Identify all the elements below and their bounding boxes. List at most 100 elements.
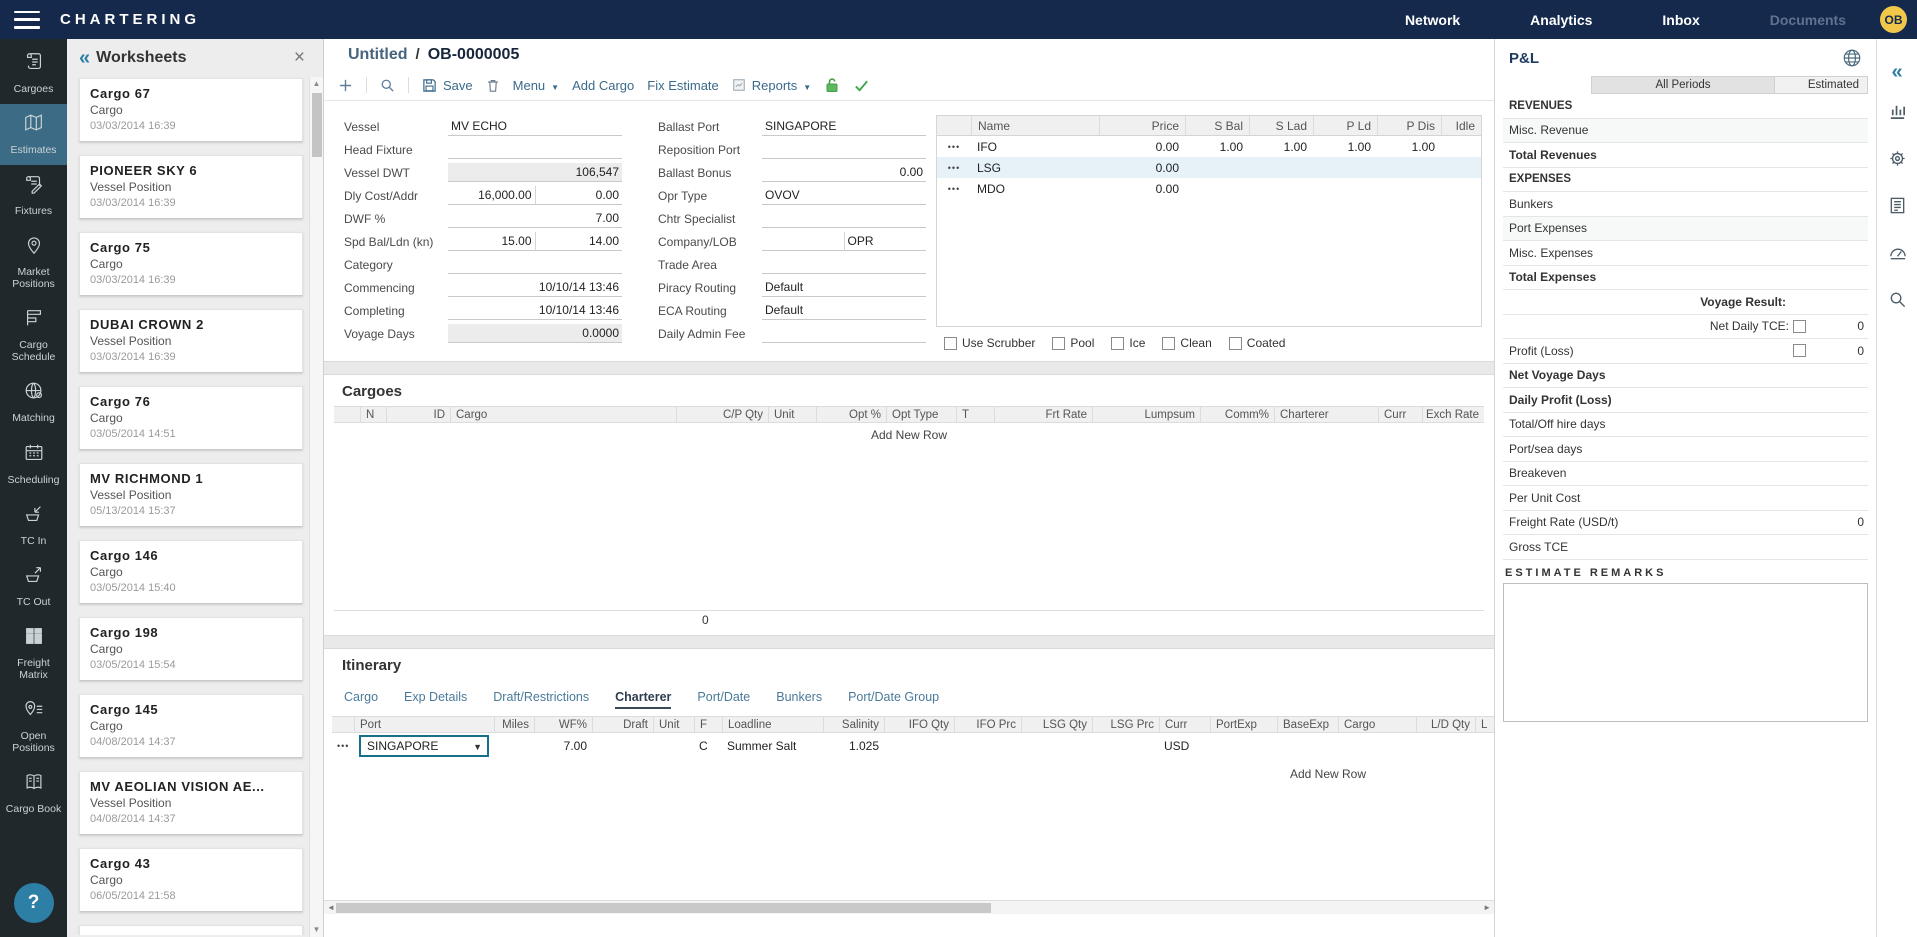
dwf-field[interactable]: 7.00 (448, 209, 622, 228)
pool-checkbox[interactable]: Pool (1052, 336, 1094, 350)
checkbox[interactable] (1052, 337, 1065, 350)
worksheet-card[interactable]: Cargo 76 Cargo 03/05/2014 14:51 (79, 386, 303, 450)
scroll-down-icon[interactable] (313, 923, 321, 937)
tab-port-date-group[interactable]: Port/Date Group (848, 690, 939, 709)
coated-checkbox[interactable]: Coated (1229, 336, 1286, 350)
lob-field[interactable]: OPR (845, 232, 927, 251)
worksheet-card[interactable]: Cargo 75 Cargo 03/03/2014 16:39 (79, 232, 303, 296)
daily-cost-field[interactable]: 16,000.00 (448, 186, 536, 205)
save-button[interactable]: Save (422, 78, 473, 93)
tab-bunkers[interactable]: Bunkers (776, 690, 822, 709)
checkbox[interactable] (1229, 337, 1242, 350)
itinerary-row[interactable]: ••• SINGAPORE 7.00 C Summer Salt 1.025 U… (332, 733, 1494, 758)
daily-admin-fee-field[interactable] (762, 324, 926, 343)
menu-button[interactable]: Menu (513, 78, 559, 93)
bunker-row-mdo[interactable]: ••• MDO 0.00 (937, 178, 1481, 199)
profit-loss-checkbox[interactable] (1793, 344, 1806, 357)
ballast-bonus-field[interactable]: 0.00 (762, 163, 926, 182)
wf-cell[interactable]: 7.00 (534, 739, 592, 753)
hamburger-menu-icon[interactable] (14, 11, 40, 29)
clean-checkbox[interactable]: Clean (1162, 336, 1211, 350)
user-avatar[interactable]: OB (1880, 6, 1907, 33)
close-icon[interactable] (294, 47, 305, 69)
tab-port-date[interactable]: Port/Date (697, 690, 750, 709)
add-cargo-button[interactable]: Add Cargo (572, 78, 634, 93)
head-fixture-field[interactable] (448, 140, 622, 159)
nav-network[interactable]: Network (1405, 12, 1460, 28)
trade-area-field[interactable] (762, 255, 926, 274)
sidebar-item-cargoes[interactable]: Cargoes (0, 43, 67, 104)
worksheet-card[interactable]: PIONEER SKY 6 Vessel Position 03/03/2014… (79, 155, 303, 219)
sidebar-item-estimates[interactable]: Estimates (0, 104, 67, 165)
gauge-icon[interactable] (1888, 243, 1907, 267)
addr-field[interactable]: 0.00 (536, 186, 623, 205)
document-list-icon[interactable] (1888, 196, 1907, 220)
piracy-routing-field[interactable]: Default (762, 278, 926, 297)
chart-icon[interactable] (1888, 102, 1907, 126)
sidebar-item-fixtures[interactable]: Fixtures (0, 165, 67, 226)
gear-icon[interactable] (1888, 149, 1907, 173)
row-menu-icon[interactable]: ••• (937, 142, 971, 152)
sidebar-item-cargo-schedule[interactable]: Cargo Schedule (0, 299, 67, 372)
scrollbar-thumb[interactable] (336, 903, 991, 913)
chtr-specialist-field[interactable] (762, 209, 926, 228)
nav-inbox[interactable]: Inbox (1662, 12, 1699, 28)
completing-field[interactable]: 10/10/14 13:46 (448, 301, 622, 320)
bunker-row-lsg[interactable]: ••• LSG 0.00 (937, 157, 1481, 178)
scrollbar-thumb[interactable] (312, 93, 322, 157)
eca-routing-field[interactable]: Default (762, 301, 926, 320)
help-button[interactable]: ? (14, 883, 54, 923)
opr-type-field[interactable]: OVOV (762, 186, 926, 205)
ice-checkbox[interactable]: Ice (1111, 336, 1145, 350)
company-field[interactable] (762, 232, 845, 251)
nav-documents[interactable]: Documents (1770, 12, 1846, 28)
sidebar-item-matching[interactable]: Matching (0, 372, 67, 433)
tab-draft-restrictions[interactable]: Draft/Restrictions (493, 690, 589, 709)
sidebar-item-scheduling[interactable]: Scheduling (0, 434, 67, 495)
checkbox[interactable] (1111, 337, 1124, 350)
worksheet-card[interactable]: Cargo 198 Cargo 03/05/2014 15:54 (79, 617, 303, 681)
cargoes-add-new-row-link[interactable]: Add New Row (334, 428, 1484, 442)
add-button[interactable] (338, 78, 353, 93)
estimate-remarks-textarea[interactable] (1503, 583, 1868, 722)
sidebar-item-cargo-book[interactable]: Cargo Book (0, 763, 67, 824)
net-daily-tce-checkbox[interactable] (1793, 320, 1806, 333)
sidebar-item-tc-out[interactable]: TC Out (0, 556, 67, 617)
tab-cargo[interactable]: Cargo (344, 690, 378, 709)
tab-charterer[interactable]: Charterer (615, 690, 671, 709)
collapse-right-panel-icon[interactable] (1891, 65, 1902, 79)
horizontal-scrollbar[interactable] (324, 900, 1494, 914)
row-menu-icon[interactable]: ••• (937, 163, 971, 173)
bunker-row-ifo[interactable]: ••• IFO 0.00 1.00 1.00 1.00 1.00 (937, 136, 1481, 157)
collapse-panel-icon[interactable] (79, 47, 90, 70)
nav-analytics[interactable]: Analytics (1530, 12, 1592, 28)
salinity-cell[interactable]: 1.025 (823, 739, 884, 753)
speed-ballast-field[interactable]: 15.00 (448, 232, 536, 251)
itinerary-add-new-row-link[interactable]: Add New Row (332, 767, 1494, 781)
sidebar-item-market-positions[interactable]: Market Positions (0, 226, 67, 299)
scroll-left-icon[interactable] (327, 903, 335, 912)
sidebar-item-tc-in[interactable]: TC In (0, 495, 67, 556)
worksheet-name[interactable]: Untitled (348, 46, 408, 64)
unlocked-button[interactable] (824, 77, 840, 93)
category-field[interactable] (448, 255, 622, 274)
port-dropdown[interactable]: SINGAPORE (359, 735, 489, 757)
worksheet-card[interactable]: Cargo 146 Cargo 03/05/2014 15:40 (79, 540, 303, 604)
worksheet-card[interactable]: MV RICHMOND 1 Vessel Position 05/13/2014… (79, 463, 303, 527)
fix-estimate-button[interactable]: Fix Estimate (647, 78, 719, 93)
currency-cell[interactable]: USD (1159, 739, 1210, 753)
worksheet-card[interactable]: Cargo 145 Cargo 04/08/2014 14:37 (79, 694, 303, 758)
search-icon[interactable] (1888, 290, 1907, 314)
speed-laden-field[interactable]: 14.00 (536, 232, 623, 251)
worksheet-card[interactable]: Cargo 43 Cargo 06/05/2014 21:58 (79, 848, 303, 912)
row-menu-icon[interactable]: ••• (937, 184, 971, 194)
validate-button[interactable] (853, 78, 870, 93)
scroll-right-icon[interactable] (1483, 903, 1491, 912)
loadline-cell[interactable]: Summer Salt (722, 739, 823, 753)
delete-button[interactable] (486, 78, 500, 93)
reports-button[interactable]: Reports (732, 78, 811, 93)
function-cell[interactable]: C (694, 739, 722, 753)
ballast-port-field[interactable]: SINGAPORE (762, 117, 926, 136)
tab-exp-details[interactable]: Exp Details (404, 690, 467, 709)
worksheet-card[interactable]: ARNICA 2 (79, 925, 303, 935)
